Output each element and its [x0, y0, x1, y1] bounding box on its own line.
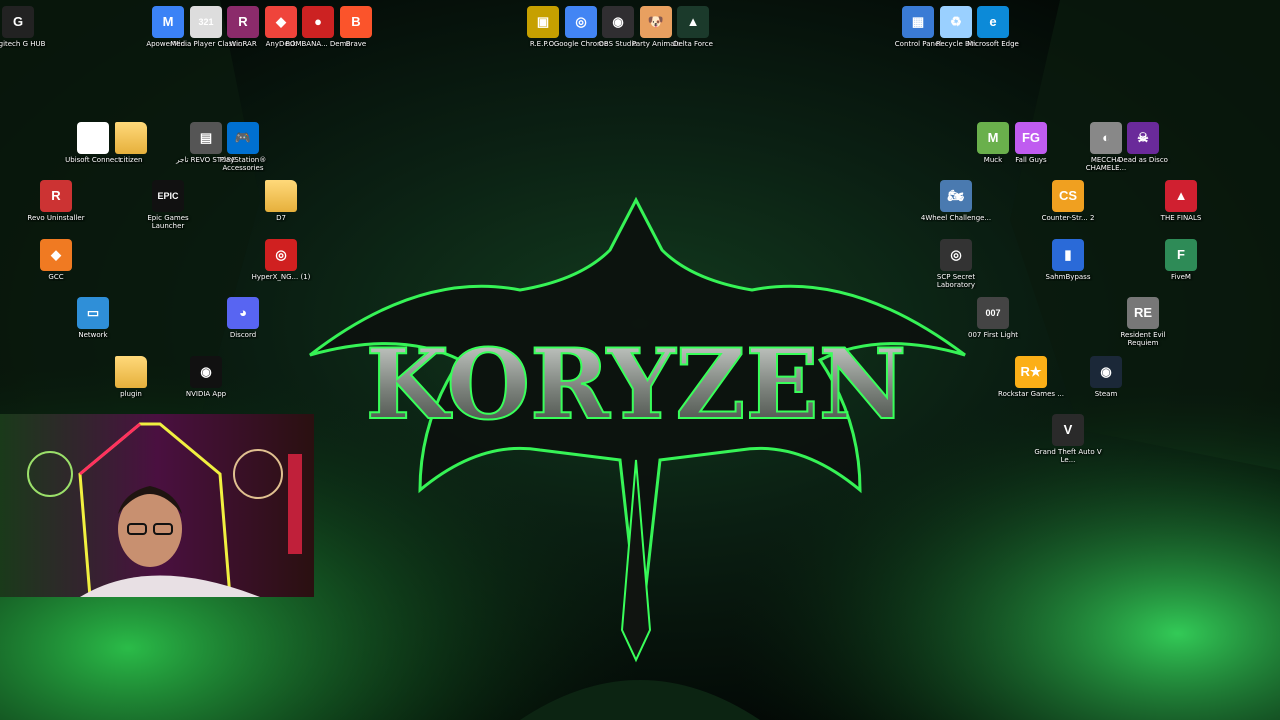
counter-strike-icon: CS: [1052, 180, 1084, 212]
007-icon: 007: [977, 297, 1009, 329]
desktop-shortcut-re[interactable]: RE Resident Evil Requiem: [1107, 297, 1179, 347]
desktop-shortcut-label: Counter-Str... 2: [1041, 214, 1095, 222]
the-finals-icon: ▲: [1165, 180, 1197, 212]
desktop-shortcut-edge[interactable]: e Microsoft Edge: [957, 6, 1029, 48]
desktop-shortcut-revo[interactable]: R Revo Uninstaller: [20, 180, 92, 222]
brave-icon: B: [340, 6, 372, 38]
desktop-shortcut-label: Dead as Disco: [1118, 156, 1168, 164]
4wheel-icon: 🏍: [940, 180, 972, 212]
desktop-shortcut-brave[interactable]: B Brave: [320, 6, 392, 48]
desktop-shortcut-d7[interactable]: D7: [245, 180, 317, 222]
desktop-shortcut-label: D7: [276, 214, 286, 222]
desktop-shortcut-label: 4Wheel Challenge...: [920, 214, 992, 222]
desktop-shortcut-label: Logitech G HUB: [0, 40, 46, 48]
desktop-shortcut-ps[interactable]: 🎮 PlayStation® Accessories: [207, 122, 279, 172]
hyperx-icon: ◎: [265, 239, 297, 271]
dead-as-disco-icon: ☠: [1127, 122, 1159, 154]
desktop-shortcut-discord[interactable]: ◕ Discord: [207, 297, 279, 339]
desktop-shortcut-gta[interactable]: V Grand Theft Auto V Le...: [1032, 414, 1104, 464]
gta-icon: V: [1052, 414, 1084, 446]
desktop-shortcut-rockstar[interactable]: R★ Rockstar Games ...: [995, 356, 1067, 398]
sahmbypass-icon: ▮: [1052, 239, 1084, 271]
folder-icon: [115, 122, 147, 154]
fall-guys-icon: FG: [1015, 122, 1047, 154]
desktop-shortcut-label: Microsoft Edge: [967, 40, 1019, 48]
desktop-shortcut-hyperx[interactable]: ◎ HyperX_NG... (1): [245, 239, 317, 281]
desktop-shortcut-label: Epic Games Launcher: [147, 214, 189, 230]
scp-icon: ◎: [940, 239, 972, 271]
wallpaper-brand-text: KORYZEN: [366, 328, 907, 441]
revo-uninstaller-icon: R: [40, 180, 72, 212]
desktop-shortcut-citizen[interactable]: citizen: [95, 122, 167, 164]
desktop-shortcut-label: Steam: [1094, 390, 1118, 398]
desktop-shortcut-nvidia[interactable]: ◉ NVIDIA App: [170, 356, 242, 398]
desktop-shortcut-label: Grand Theft Auto V Le...: [1034, 448, 1102, 464]
folder-icon: [115, 356, 147, 388]
rockstar-icon: R★: [1015, 356, 1047, 388]
desktop-shortcut-network[interactable]: ▭ Network: [57, 297, 129, 339]
desktop-shortcut-label: Resident Evil Requiem: [1120, 331, 1166, 347]
gcc-icon: ◆: [40, 239, 72, 271]
desktop-shortcut-fivem[interactable]: F FiveM: [1145, 239, 1217, 281]
desktop-shortcut-steam[interactable]: ◉ Steam: [1070, 356, 1142, 398]
desktop-shortcut-epic[interactable]: EPIC Epic Games Launcher: [132, 180, 204, 230]
desktop-shortcut-label: citizen: [119, 156, 143, 164]
desktop-shortcut-logitech[interactable]: G Logitech G HUB: [0, 6, 54, 48]
desktop-shortcut-scp[interactable]: ◎ SCP Secret Laboratory: [920, 239, 992, 289]
desktop-shortcut-label: GCC: [48, 273, 64, 281]
desktop-shortcut-label: Revo Uninstaller: [27, 214, 85, 222]
desktop-shortcut-label: HyperX_NG... (1): [251, 273, 311, 281]
delta-force-icon: ▲: [677, 6, 709, 38]
nvidia-icon: ◉: [190, 356, 222, 388]
webcam-overlay: [0, 414, 314, 597]
desktop-shortcut-finals[interactable]: ▲ THE FINALS: [1145, 180, 1217, 222]
desktop-shortcut-4wheel[interactable]: 🏍 4Wheel Challenge...: [920, 180, 992, 222]
desktop-shortcut-007[interactable]: 007 007 First Light: [957, 297, 1029, 339]
folder-icon: [265, 180, 297, 212]
desktop-shortcut-gcc[interactable]: ◆ GCC: [20, 239, 92, 281]
desktop-shortcut-label: Discord: [229, 331, 257, 339]
desktop-shortcut-fallguys[interactable]: FG Fall Guys: [995, 122, 1067, 164]
desktop-shortcut-label: SCP Secret Laboratory: [936, 273, 976, 289]
desktop-shortcut-label: SahmBypass: [1045, 273, 1091, 281]
network-icon: ▭: [77, 297, 109, 329]
epic-games-icon: EPIC: [152, 180, 184, 212]
desktop-shortcut-label: FiveM: [1171, 273, 1191, 281]
desktop-shortcut-delta[interactable]: ▲ Delta Force: [657, 6, 729, 48]
desktop-shortcut-sahm[interactable]: ▮ SahmBypass: [1032, 239, 1104, 281]
desktop-shortcut-label: Rockstar Games ...: [998, 390, 1064, 398]
desktop-shortcut-label: THE FINALS: [1160, 214, 1202, 222]
desktop-shortcut-deadas[interactable]: ☠ Dead as Disco: [1107, 122, 1179, 164]
desktop-shortcut-label: Network: [78, 331, 108, 339]
fivem-icon: F: [1165, 239, 1197, 271]
desktop-shortcut-label: Delta Force: [673, 40, 713, 48]
playstation-icon: 🎮: [227, 122, 259, 154]
resident-evil-icon: RE: [1127, 297, 1159, 329]
discord-icon: ◕: [227, 297, 259, 329]
desktop-shortcut-label: Fall Guys: [1015, 156, 1047, 164]
steam-icon: ◉: [1090, 356, 1122, 388]
desktop-shortcut-label: NVIDIA App: [185, 390, 227, 398]
logitech-g-icon: G: [2, 6, 34, 38]
desktop-shortcut-label: Brave: [345, 40, 367, 48]
desktop-shortcut-label: 007 First Light: [967, 331, 1018, 339]
desktop-shortcut-label: plugin: [120, 390, 142, 398]
desktop-shortcut-cs[interactable]: CS Counter-Str... 2: [1032, 180, 1104, 222]
desktop-shortcut-plugin[interactable]: plugin: [95, 356, 167, 398]
desktop-shortcut-label: PlayStation® Accessories: [219, 156, 267, 172]
edge-icon: e: [977, 6, 1009, 38]
